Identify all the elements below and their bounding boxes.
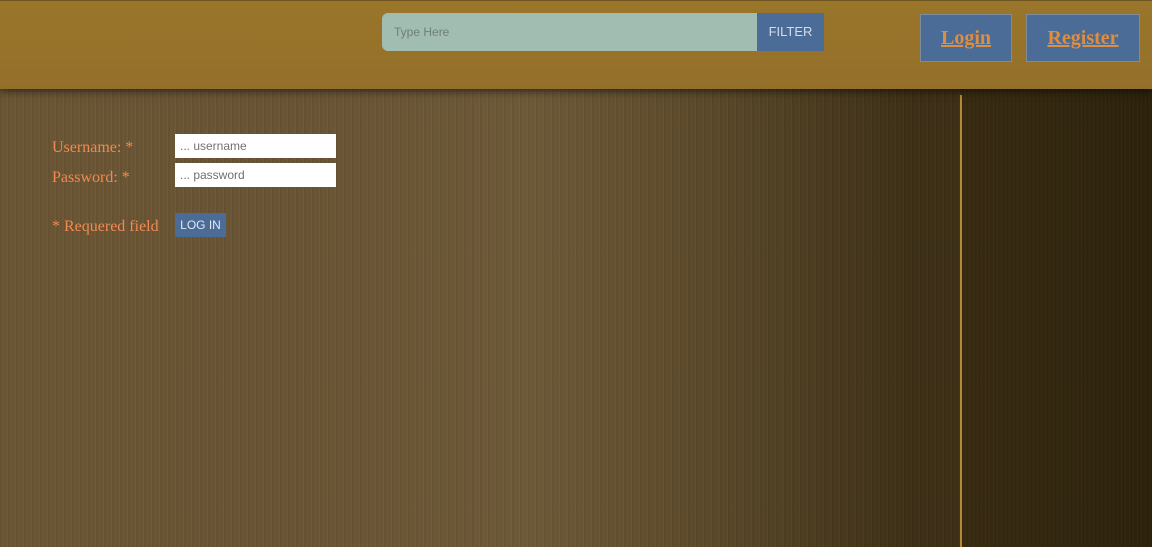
search-input[interactable]: [382, 13, 757, 51]
filter-button[interactable]: FILTER: [757, 13, 824, 51]
username-input[interactable]: [175, 134, 336, 158]
register-nav-button[interactable]: Register: [1026, 14, 1140, 62]
side-panel: [962, 89, 1152, 547]
username-label: Username: *: [52, 139, 134, 156]
log-in-button[interactable]: LOG IN: [175, 213, 226, 237]
password-input[interactable]: [175, 163, 336, 187]
vertical-divider: [960, 95, 962, 547]
login-nav-button[interactable]: Login: [920, 14, 1012, 62]
top-header: FILTER Login Register: [0, 0, 1152, 89]
search-bar: FILTER: [382, 13, 824, 51]
main-content: [0, 89, 962, 547]
password-label: Password: *: [52, 169, 130, 186]
required-field-note: * Requered field: [52, 218, 159, 235]
